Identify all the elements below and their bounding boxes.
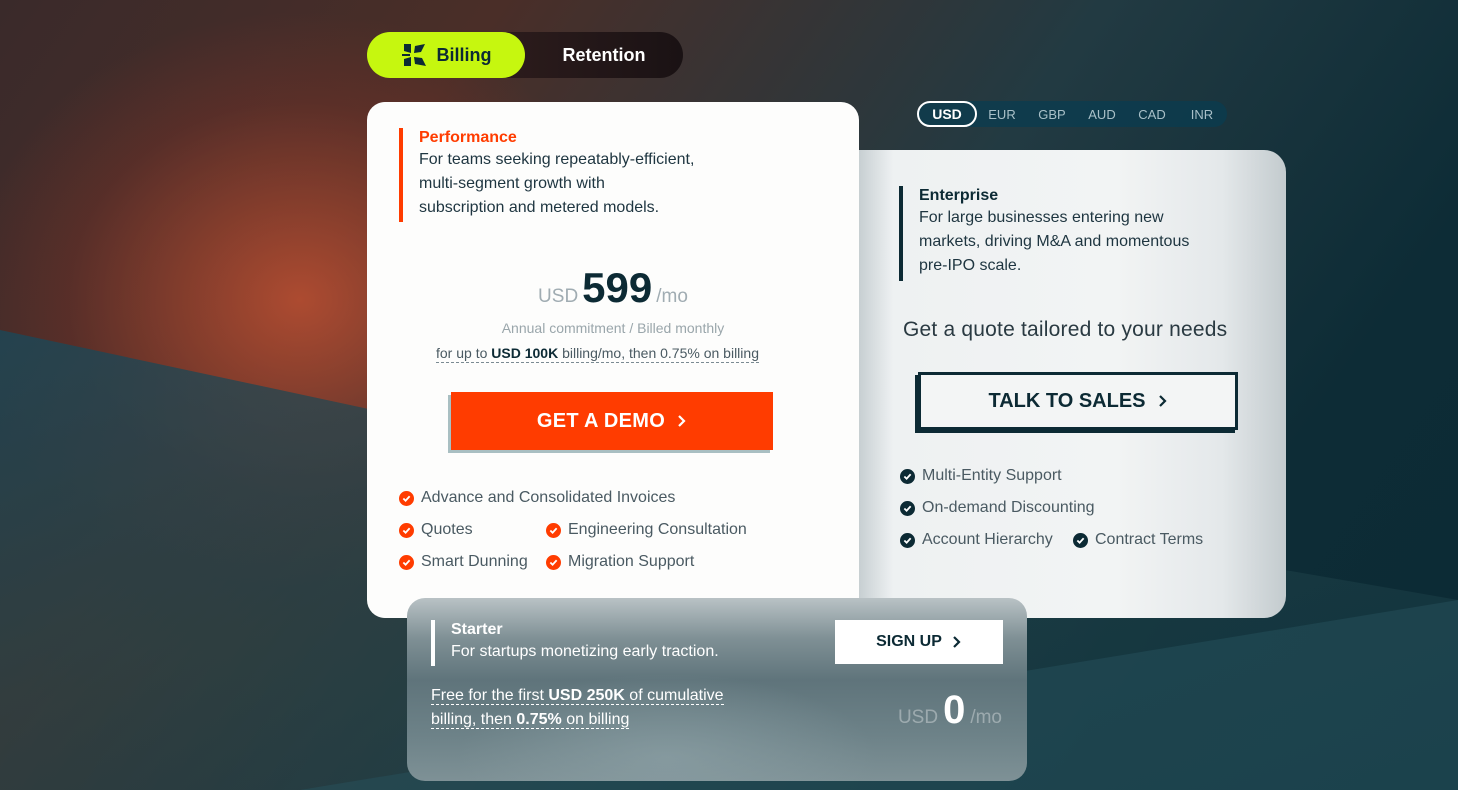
performance-plan-description-line: subscription and metered models. bbox=[419, 199, 660, 216]
feature-label: Advance and Consolidated Invoices bbox=[421, 489, 676, 506]
feature-label: Smart Dunning bbox=[421, 553, 528, 570]
limit-prefix: for up to bbox=[436, 345, 492, 361]
feature-label: Multi-Entity Support bbox=[922, 467, 1062, 484]
performance-plan-description-line: multi-segment growth with bbox=[419, 175, 605, 192]
check-icon bbox=[399, 554, 414, 570]
get-a-demo-label: GET A DEMO bbox=[536, 409, 666, 432]
enterprise-plan-card: Enterprise For large businesses entering… bbox=[859, 150, 1286, 618]
sign-up-button[interactable]: SIGN UP bbox=[835, 620, 1003, 664]
starter-plan-header: Starter For startups monetizing early tr… bbox=[431, 620, 719, 666]
enterprise-plan-name: Enterprise bbox=[919, 187, 999, 204]
tab-billing-label: Billing bbox=[436, 44, 492, 65]
performance-price: USD 599 /mo bbox=[367, 264, 859, 312]
check-icon bbox=[1073, 532, 1088, 548]
billing-commitment: Annual commitment / Billed monthly bbox=[501, 320, 725, 336]
feature-item: On-demand Discounting bbox=[900, 499, 1095, 517]
currency-option-cad[interactable]: CAD bbox=[1127, 101, 1177, 127]
check-icon bbox=[546, 522, 561, 538]
check-icon bbox=[900, 532, 915, 548]
logo-icon bbox=[401, 44, 426, 66]
billing-limit-note: for up to USD 100K billing/mo, then 0.75… bbox=[436, 344, 759, 363]
starter-plan-name: Starter bbox=[451, 621, 503, 638]
enterprise-quote-text: Get a quote tailored to your needs bbox=[903, 318, 1228, 341]
starter-plan-card: Starter For startups monetizing early tr… bbox=[407, 598, 1027, 781]
tab-retention-label: Retention bbox=[562, 44, 646, 65]
limit-amount: USD 100K bbox=[491, 345, 559, 361]
feature-item: Account Hierarchy bbox=[900, 531, 1053, 549]
performance-plan-name: Performance bbox=[419, 129, 517, 146]
product-tabs: Billing Retention bbox=[367, 32, 683, 78]
price-amount: 599 bbox=[582, 264, 653, 311]
performance-plan-header: Performance For teams seeking repeatably… bbox=[399, 128, 694, 222]
performance-plan-card: Performance For teams seeking repeatably… bbox=[367, 102, 859, 618]
check-icon bbox=[399, 490, 414, 506]
price-currency: USD bbox=[538, 286, 579, 307]
free-rate: 0.75% bbox=[516, 711, 562, 728]
feature-label: Engineering Consultation bbox=[568, 521, 747, 538]
feature-item: Engineering Consultation bbox=[546, 521, 747, 539]
feature-label: Account Hierarchy bbox=[922, 531, 1053, 548]
tab-retention[interactable]: Retention bbox=[525, 32, 683, 78]
feature-item: Contract Terms bbox=[1073, 531, 1203, 549]
sign-up-label: SIGN UP bbox=[876, 633, 942, 650]
free-amount: USD 250K bbox=[548, 687, 625, 704]
currency-selector: USD EUR GBP AUD CAD INR bbox=[917, 101, 1227, 127]
starter-plan-description: For startups monetizing early traction. bbox=[451, 643, 719, 660]
feature-item: Quotes bbox=[399, 521, 473, 539]
chevron-right-icon bbox=[953, 636, 961, 648]
chevron-right-icon bbox=[1158, 395, 1167, 407]
free-suffix: on billing bbox=[561, 711, 630, 728]
chevron-right-icon bbox=[678, 415, 686, 427]
feature-label: Contract Terms bbox=[1095, 531, 1204, 548]
feature-item: Advance and Consolidated Invoices bbox=[399, 489, 675, 507]
talk-to-sales-label: TALK TO SALES bbox=[988, 389, 1146, 412]
currency-option-inr[interactable]: INR bbox=[1177, 101, 1227, 127]
performance-plan-description-line: For teams seeking repeatably-efficient, bbox=[419, 151, 695, 168]
price-period: /mo bbox=[970, 707, 1002, 728]
feature-item: Smart Dunning bbox=[399, 553, 528, 571]
talk-to-sales-button[interactable]: TALK TO SALES bbox=[918, 372, 1238, 430]
enterprise-plan-description-line: pre-IPO scale. bbox=[919, 257, 1022, 274]
currency-option-eur[interactable]: EUR bbox=[977, 101, 1027, 127]
starter-price: USD 0 /mo bbox=[898, 688, 1002, 733]
check-icon bbox=[399, 522, 414, 538]
feature-label: On-demand Discounting bbox=[922, 499, 1095, 516]
check-icon bbox=[900, 500, 915, 516]
free-prefix: Free for the first bbox=[431, 687, 549, 704]
enterprise-plan-description-line: For large businesses entering new bbox=[919, 209, 1164, 226]
price-amount: 0 bbox=[943, 688, 966, 732]
price-period: /mo bbox=[656, 286, 688, 307]
price-currency: USD bbox=[897, 707, 939, 728]
enterprise-plan-header: Enterprise For large businesses entering… bbox=[899, 186, 1189, 281]
feature-item: Multi-Entity Support bbox=[900, 467, 1062, 485]
enterprise-plan-description-line: markets, driving M&A and momentous bbox=[919, 233, 1190, 250]
currency-option-usd[interactable]: USD bbox=[917, 101, 977, 127]
currency-option-gbp[interactable]: GBP bbox=[1027, 101, 1077, 127]
limit-suffix: billing/mo, then 0.75% on billing bbox=[558, 345, 759, 361]
currency-option-aud[interactable]: AUD bbox=[1077, 101, 1127, 127]
check-icon bbox=[900, 468, 915, 484]
tab-billing[interactable]: Billing bbox=[367, 32, 525, 78]
get-a-demo-button[interactable]: GET A DEMO bbox=[451, 392, 773, 450]
starter-free-tier-note: Free for the first USD 250K of cumulativ… bbox=[431, 684, 751, 732]
feature-item: Migration Support bbox=[546, 553, 694, 571]
feature-label: Quotes bbox=[421, 521, 473, 538]
feature-label: Migration Support bbox=[568, 553, 695, 570]
check-icon bbox=[546, 554, 561, 570]
